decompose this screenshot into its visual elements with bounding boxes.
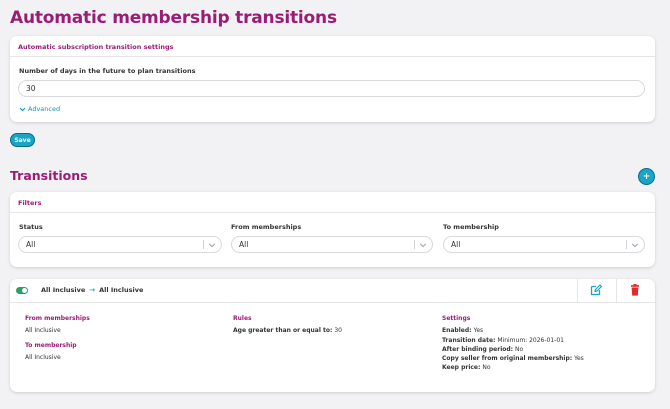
transition-card — [10, 279, 655, 392]
divider — [10, 302, 655, 303]
setting-line: After binding period: No — [442, 346, 523, 353]
to-membership-value: All — [451, 240, 461, 249]
setting-key: Keep price: — [442, 364, 481, 371]
filters-card: Filters — [10, 192, 655, 267]
status-value: All — [26, 240, 36, 249]
transitions-title: Transitions — [10, 168, 88, 183]
status-select[interactable]: All — [18, 236, 222, 253]
rule-line: Age greater than or equal to: 30 — [233, 327, 342, 334]
setting-line: Keep price: No — [442, 364, 491, 371]
transition-from: All Inclusive — [41, 286, 86, 294]
page-title: Automatic membership transitions — [10, 8, 337, 28]
settings-card-header: Automatic subscription transition settin… — [18, 43, 174, 51]
divider — [414, 240, 415, 249]
setting-line: Enabled: Yes — [442, 327, 483, 334]
divider — [626, 240, 627, 249]
add-transition-button[interactable]: + — [638, 168, 655, 185]
rule-key: Age greater than or equal to: — [233, 327, 333, 334]
setting-key: Enabled: — [442, 327, 472, 334]
days-input[interactable]: 30 — [18, 80, 645, 97]
advanced-label: Advanced — [28, 105, 61, 113]
rules-header: Rules — [233, 315, 252, 322]
setting-value: No — [515, 346, 524, 353]
divider — [10, 212, 655, 213]
advanced-toggle[interactable]: Advanced — [19, 105, 60, 113]
save-button[interactable]: Save — [10, 133, 35, 147]
chevron-down-icon — [208, 243, 216, 248]
setting-key: Copy seller from original membership: — [442, 355, 573, 362]
chevron-down-icon — [19, 107, 26, 111]
setting-key: Transition date: — [442, 337, 496, 344]
transition-enabled-toggle[interactable] — [16, 287, 28, 294]
divider — [10, 56, 655, 57]
settings-header: Settings — [442, 315, 471, 322]
from-memberships-label: From memberships — [231, 223, 302, 231]
setting-value: Yes — [574, 355, 584, 362]
from-memberships-detail: All Inclusive — [25, 327, 61, 334]
status-label: Status — [19, 223, 43, 231]
filters-header: Filters — [18, 199, 42, 207]
setting-key: After binding period: — [442, 346, 514, 353]
setting-value: No — [482, 364, 491, 371]
divider — [577, 279, 578, 302]
transition-to: All Inclusive — [99, 286, 144, 294]
arrow-right-icon: → — [89, 286, 96, 294]
divider — [616, 279, 617, 302]
to-membership-header: To membership — [25, 342, 77, 349]
chevron-down-icon — [419, 243, 427, 248]
transition-title: All Inclusive → All Inclusive — [41, 286, 143, 294]
toggle-knob — [22, 288, 27, 293]
plus-icon: + — [642, 172, 651, 182]
days-label: Number of days in the future to plan tra… — [19, 67, 196, 75]
from-memberships-value: All — [239, 240, 249, 249]
to-membership-select[interactable]: All — [443, 236, 645, 253]
settings-card: Automatic subscription transition settin… — [10, 36, 655, 122]
trash-icon[interactable] — [628, 283, 642, 297]
edit-icon[interactable] — [589, 283, 603, 297]
setting-value: Minimum: 2026-01-01 — [497, 337, 564, 344]
setting-line: Copy seller from original membership: Ye… — [442, 355, 584, 362]
to-membership-detail: All Inclusive — [25, 354, 61, 361]
rule-value: 30 — [334, 327, 342, 334]
from-memberships-select[interactable]: All — [231, 236, 433, 253]
setting-line: Transition date: Minimum: 2026-01-01 — [442, 337, 564, 344]
setting-value: Yes — [473, 327, 484, 334]
from-memberships-header: From memberships — [25, 315, 90, 322]
divider — [203, 240, 204, 249]
chevron-down-icon — [631, 243, 639, 248]
to-membership-label: To membership — [443, 223, 499, 231]
